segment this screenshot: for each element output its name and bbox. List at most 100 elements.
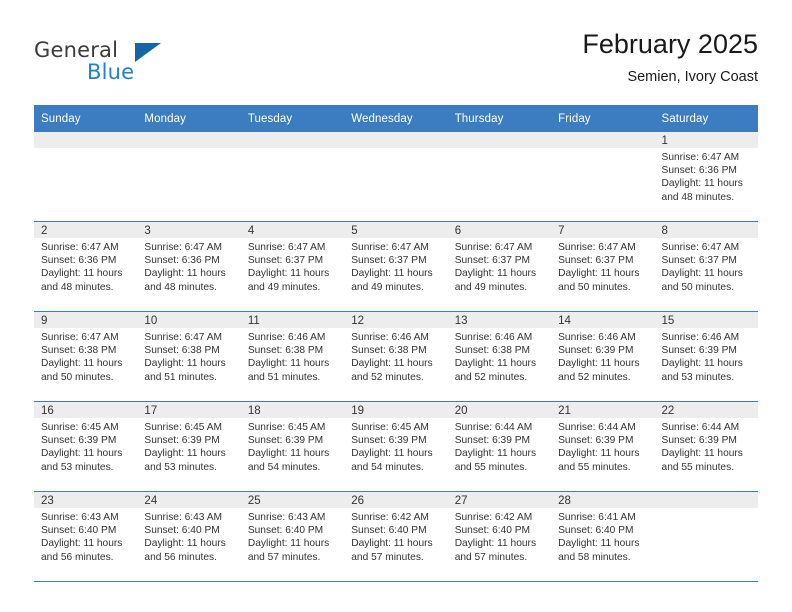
- daylight-text-line2: and 57 minutes.: [247, 551, 321, 563]
- day-details: Sunrise: 6:42 AM Sunset: 6:40 PM Daylight:…: [344, 508, 447, 564]
- weekday-header-friday: Friday: [551, 105, 655, 132]
- day-number: [344, 132, 448, 148]
- day-cell-empty: [447, 132, 552, 222]
- sunrise-text: Sunrise: 6:47 AM: [661, 152, 740, 163]
- day-cell[interactable]: 6 Sunrise: 6:47 AM Sunset: 6:37 PM Daylight…: [447, 221, 552, 312]
- day-number: 27: [447, 492, 552, 508]
- day-cell[interactable]: 1 Sunrise: 6:47 AM Sunset: 6:36 PM Daylight…: [654, 132, 758, 222]
- day-details: Sunrise: 6:45 AM Sunset: 6:39 PM Daylight:…: [241, 418, 344, 474]
- day-number: 8: [654, 222, 758, 238]
- sunset-text: Sunset: 6:40 PM: [351, 525, 427, 537]
- day-cell[interactable]: 28 Sunrise: 6:41 AM Sunset: 6:40 PM Dayligh…: [551, 491, 655, 582]
- calendar-week-row: 23 Sunrise: 6:43 AM Sunset: 6:40 PM Dayligh…: [34, 491, 758, 582]
- day-cell[interactable]: 14 Sunrise: 6:46 AM Sunset: 6:39 PM Dayligh…: [551, 311, 655, 402]
- daylight-text-line2: and 49 minutes.: [351, 281, 424, 293]
- day-number: 7: [551, 222, 655, 238]
- location-subtitle: Semien, Ivory Coast: [627, 69, 758, 85]
- daylight-text-line2: and 51 minutes.: [144, 371, 217, 383]
- day-details: Sunrise: 6:46 AM Sunset: 6:38 PM Daylight:…: [448, 328, 551, 384]
- day-number: 6: [447, 222, 552, 238]
- weekday-header-sunday: Sunday: [34, 105, 138, 132]
- day-cell[interactable]: 23 Sunrise: 6:43 AM Sunset: 6:40 PM Dayligh…: [34, 491, 138, 582]
- day-cell-empty: [551, 132, 655, 222]
- brand-name-general: General: [34, 38, 119, 62]
- day-cell[interactable]: 2 Sunrise: 6:47 AM Sunset: 6:36 PM Daylight…: [34, 221, 138, 312]
- sunrise-text: Sunrise: 6:42 AM: [454, 512, 533, 523]
- day-details: Sunrise: 6:43 AM Sunset: 6:40 PM Daylight:…: [241, 508, 344, 564]
- day-number: 24: [137, 492, 241, 508]
- sunset-text: Sunset: 6:39 PM: [144, 435, 220, 447]
- brand-name-blue: Blue: [87, 60, 135, 84]
- daylight-text-line1: Daylight: 11 hours: [247, 268, 330, 280]
- day-cell[interactable]: 25 Sunrise: 6:43 AM Sunset: 6:40 PM Dayligh…: [240, 491, 345, 582]
- daylight-text-line1: Daylight: 11 hours: [454, 538, 537, 550]
- day-details: Sunrise: 6:47 AM Sunset: 6:37 PM Daylight:…: [655, 238, 758, 294]
- day-number: 26: [344, 492, 448, 508]
- sunset-text: Sunset: 6:39 PM: [558, 345, 634, 357]
- sunset-text: Sunset: 6:37 PM: [454, 255, 531, 267]
- sunset-text: Sunset: 6:38 PM: [454, 345, 531, 357]
- daylight-text-line1: Daylight: 11 hours: [351, 448, 433, 460]
- sunset-text: Sunset: 6:39 PM: [558, 435, 634, 447]
- day-cell-empty: [137, 132, 241, 222]
- day-cell[interactable]: 7 Sunrise: 6:47 AM Sunset: 6:37 PM Daylight…: [551, 221, 655, 312]
- sunset-text: Sunset: 6:40 PM: [247, 525, 324, 537]
- sunrise-text: Sunrise: 6:46 AM: [351, 332, 429, 343]
- day-number: 2: [34, 222, 138, 238]
- day-details: Sunrise: 6:45 AM Sunset: 6:39 PM Daylight:…: [137, 418, 240, 474]
- day-cell[interactable]: 18 Sunrise: 6:45 AM Sunset: 6:39 PM Dayligh…: [240, 401, 345, 492]
- brand-logo[interactable]: General Blue: [34, 38, 234, 94]
- day-details: Sunrise: 6:44 AM Sunset: 6:39 PM Daylight:…: [551, 418, 654, 474]
- daylight-text-line1: Daylight: 11 hours: [144, 268, 226, 280]
- day-cell[interactable]: 10 Sunrise: 6:47 AM Sunset: 6:38 PM Dayligh…: [137, 311, 241, 402]
- daylight-text-line1: Daylight: 11 hours: [454, 448, 537, 460]
- day-number: 15: [654, 312, 758, 328]
- day-details: Sunrise: 6:47 AM Sunset: 6:36 PM Daylight:…: [655, 148, 758, 204]
- sunrise-text: Sunrise: 6:45 AM: [351, 422, 429, 433]
- sunrise-text: Sunrise: 6:46 AM: [661, 332, 740, 343]
- day-cell[interactable]: 12 Sunrise: 6:46 AM Sunset: 6:38 PM Dayligh…: [344, 311, 448, 402]
- sunset-text: Sunset: 6:39 PM: [41, 435, 117, 447]
- day-cell-empty: [344, 132, 448, 222]
- day-cell[interactable]: 16 Sunrise: 6:45 AM Sunset: 6:39 PM Dayligh…: [34, 401, 138, 492]
- daylight-text-line1: Daylight: 11 hours: [247, 448, 330, 460]
- daylight-text-line2: and 55 minutes.: [661, 461, 735, 473]
- weekday-header-wednesday: Wednesday: [344, 105, 448, 132]
- sunrise-text: Sunrise: 6:45 AM: [247, 422, 326, 433]
- day-cell[interactable]: 9 Sunrise: 6:47 AM Sunset: 6:38 PM Daylight…: [34, 311, 138, 402]
- calendar-week-row: 16 Sunrise: 6:45 AM Sunset: 6:39 PM Dayligh…: [34, 401, 758, 492]
- day-cell[interactable]: 8 Sunrise: 6:47 AM Sunset: 6:37 PM Daylight…: [654, 221, 758, 312]
- daylight-text-line2: and 50 minutes.: [558, 281, 631, 293]
- day-cell[interactable]: 5 Sunrise: 6:47 AM Sunset: 6:37 PM Daylight…: [344, 221, 448, 312]
- day-cell[interactable]: 27 Sunrise: 6:42 AM Sunset: 6:40 PM Dayligh…: [447, 491, 552, 582]
- daylight-text-line2: and 54 minutes.: [351, 461, 424, 473]
- day-number: [447, 132, 552, 148]
- sunrise-text: Sunrise: 6:43 AM: [247, 512, 326, 523]
- day-details: Sunrise: 6:41 AM Sunset: 6:40 PM Daylight:…: [551, 508, 654, 564]
- sunset-text: Sunset: 6:37 PM: [558, 255, 634, 267]
- day-cell[interactable]: 13 Sunrise: 6:46 AM Sunset: 6:38 PM Dayligh…: [447, 311, 552, 402]
- daylight-text-line1: Daylight: 11 hours: [247, 538, 330, 550]
- daylight-text-line1: Daylight: 11 hours: [351, 538, 433, 550]
- day-cell[interactable]: 19 Sunrise: 6:45 AM Sunset: 6:39 PM Dayligh…: [344, 401, 448, 492]
- day-number: 22: [654, 402, 758, 418]
- day-details: Sunrise: 6:47 AM Sunset: 6:36 PM Daylight:…: [137, 238, 240, 294]
- day-cell[interactable]: 3 Sunrise: 6:47 AM Sunset: 6:36 PM Daylight…: [137, 221, 241, 312]
- day-cell[interactable]: 17 Sunrise: 6:45 AM Sunset: 6:39 PM Dayligh…: [137, 401, 241, 492]
- weekday-header-monday: Monday: [137, 105, 241, 132]
- sunrise-text: Sunrise: 6:47 AM: [454, 242, 533, 253]
- daylight-text-line1: Daylight: 11 hours: [558, 538, 640, 550]
- day-cell[interactable]: 11 Sunrise: 6:46 AM Sunset: 6:38 PM Dayligh…: [240, 311, 345, 402]
- day-cell[interactable]: 26 Sunrise: 6:42 AM Sunset: 6:40 PM Dayligh…: [344, 491, 448, 582]
- calendar-body: 1 Sunrise: 6:47 AM Sunset: 6:36 PM Daylight…: [34, 132, 758, 582]
- day-cell[interactable]: 21 Sunrise: 6:44 AM Sunset: 6:39 PM Dayligh…: [551, 401, 655, 492]
- daylight-text-line2: and 55 minutes.: [454, 461, 528, 473]
- day-cell[interactable]: 20 Sunrise: 6:44 AM Sunset: 6:39 PM Dayligh…: [447, 401, 552, 492]
- day-number: 18: [240, 402, 345, 418]
- day-cell[interactable]: 4 Sunrise: 6:47 AM Sunset: 6:37 PM Daylight…: [240, 221, 345, 312]
- day-cell[interactable]: 15 Sunrise: 6:46 AM Sunset: 6:39 PM Dayligh…: [654, 311, 758, 402]
- day-cell[interactable]: 22 Sunrise: 6:44 AM Sunset: 6:39 PM Dayligh…: [654, 401, 758, 492]
- day-cell[interactable]: 24 Sunrise: 6:43 AM Sunset: 6:40 PM Dayligh…: [137, 491, 241, 582]
- sunrise-text: Sunrise: 6:43 AM: [41, 512, 119, 523]
- weekday-header-saturday: Saturday: [654, 105, 758, 132]
